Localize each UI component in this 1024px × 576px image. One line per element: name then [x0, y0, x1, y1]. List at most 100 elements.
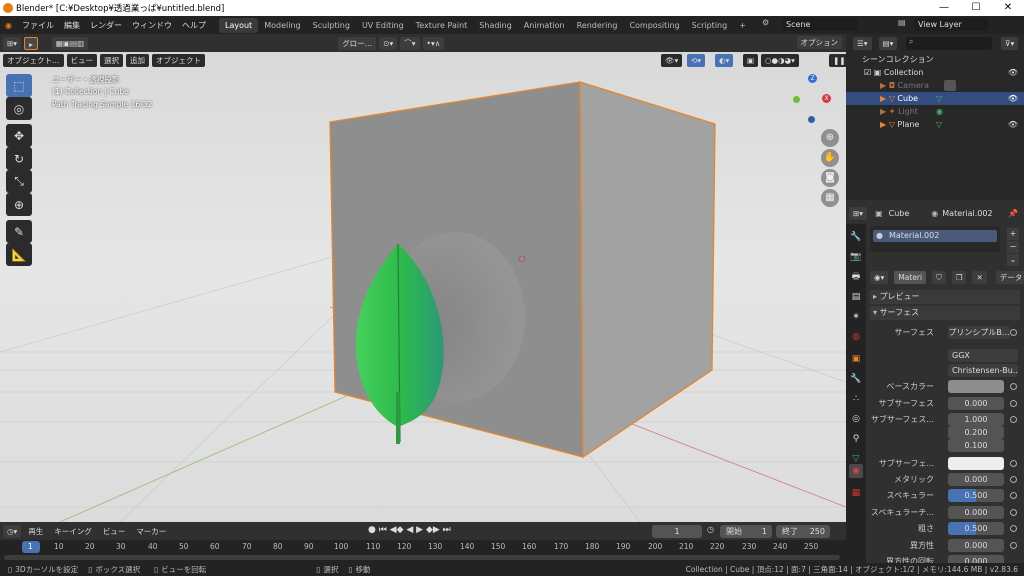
- annotate-tool[interactable]: ✎: [6, 220, 32, 243]
- outliner-search-input[interactable]: ⌕: [906, 37, 992, 50]
- base-color-swatch[interactable]: [948, 380, 1004, 393]
- specular-tint-field[interactable]: 0.000: [948, 506, 1004, 519]
- menu-select[interactable]: 選択: [100, 53, 123, 67]
- fake-user-icon[interactable]: ⛉: [932, 270, 946, 284]
- material-browse-icon[interactable]: ◉▾: [870, 270, 889, 284]
- menu-playback[interactable]: 再生: [24, 525, 47, 538]
- socket-icon[interactable]: [1010, 509, 1017, 516]
- menu-edit[interactable]: 編集: [59, 20, 85, 31]
- particles-tab-icon[interactable]: ∴: [849, 392, 863, 406]
- subsurface-field[interactable]: 0.000: [948, 397, 1004, 410]
- subsurface-method-dropdown[interactable]: Christensen-Bu...: [948, 364, 1018, 377]
- socket-icon[interactable]: [1010, 383, 1017, 390]
- eye-icon[interactable]: 👁: [1008, 118, 1018, 131]
- socket-icon[interactable]: [1010, 416, 1017, 423]
- minimize-button[interactable]: —: [928, 0, 960, 16]
- select-tool-icon[interactable]: ▸: [24, 36, 38, 50]
- tab-shading[interactable]: Shading: [473, 18, 518, 33]
- pivot-icon[interactable]: ⊙▾: [379, 36, 398, 50]
- menu-add[interactable]: 追加: [126, 53, 149, 67]
- zoom-icon[interactable]: ⊕: [821, 129, 839, 147]
- object-tab-icon[interactable]: ▣: [849, 352, 863, 366]
- socket-icon[interactable]: [1010, 400, 1017, 407]
- start-frame-field[interactable]: 開始 1: [720, 525, 772, 538]
- outliner-collection-row[interactable]: ☑ ▣ Collection 👁: [846, 66, 1024, 79]
- physics-tab-icon[interactable]: ◎: [849, 412, 863, 426]
- menu-marker[interactable]: マーカー: [132, 525, 170, 538]
- subsurface-radius-z-field[interactable]: 0.100: [948, 439, 1004, 452]
- outliner-item-plane[interactable]: ▶ ▽ Plane ▽ 👁: [846, 118, 1024, 131]
- metallic-field[interactable]: 0.000: [948, 473, 1004, 486]
- surface-panel-header[interactable]: ▾ サーフェス: [870, 306, 1020, 320]
- 3d-viewport[interactable]: ⬚ ◎ ✥ ↻ ⤡ ⊕ ✎ 📐 ユーザー・透視投影 (1) Collection…: [0, 52, 846, 522]
- tab-compositing[interactable]: Compositing: [623, 18, 685, 33]
- socket-icon[interactable]: [1010, 492, 1017, 499]
- texture-tab-icon[interactable]: ▦: [849, 486, 863, 500]
- current-frame-field[interactable]: 1: [652, 525, 702, 538]
- mode-dropdown[interactable]: オブジェクト…: [3, 53, 64, 67]
- render-tab-icon[interactable]: 📷: [849, 250, 863, 264]
- tab-scripting[interactable]: Scripting: [686, 18, 734, 33]
- world-tab-icon[interactable]: ◍: [849, 330, 863, 344]
- add-slot-button[interactable]: +: [1007, 228, 1019, 240]
- close-button[interactable]: ✕: [992, 0, 1024, 16]
- overlay-toggle-icon[interactable]: ◐▾: [715, 53, 734, 67]
- scene-tab-icon[interactable]: ✶: [849, 310, 863, 324]
- transform-tool[interactable]: ⊕: [6, 193, 32, 216]
- outliner-item-camera[interactable]: ▶ ◘ Camera: [846, 79, 1024, 92]
- menu-keying[interactable]: キーイング: [50, 525, 96, 538]
- socket-icon[interactable]: [1010, 460, 1017, 467]
- checkbox-icon[interactable]: ☑: [864, 68, 871, 77]
- move-tool[interactable]: ✥: [6, 124, 32, 147]
- cursor-tool[interactable]: ◎: [6, 97, 32, 120]
- surface-shader-field[interactable]: プリンシプルB...: [948, 326, 1010, 339]
- menu-window[interactable]: ウィンドウ: [127, 20, 177, 31]
- end-frame-field[interactable]: 終了 250: [776, 525, 830, 538]
- modifier-tab-icon[interactable]: 🔧: [849, 372, 863, 386]
- menu-file[interactable]: ファイル: [17, 20, 59, 31]
- duplicate-icon[interactable]: ❐: [951, 270, 967, 284]
- anisotropic-rotation-field[interactable]: 0.000: [948, 555, 1004, 563]
- outliner-item-light[interactable]: ▶ ✦ Light ◉: [846, 105, 1024, 118]
- subsurface-radius-y-field[interactable]: 0.200: [948, 426, 1004, 439]
- menu-view[interactable]: ビュー: [66, 53, 97, 67]
- tab-uv-editing[interactable]: UV Editing: [356, 18, 410, 33]
- tab-modeling[interactable]: Modeling: [258, 18, 306, 33]
- timeline-editor-icon[interactable]: ◷▾: [3, 524, 22, 538]
- link-data-dropdown[interactable]: データ: [995, 270, 1024, 284]
- filter-icon[interactable]: ⊽▾: [1001, 37, 1019, 50]
- camera-view-icon[interactable]: ◙: [821, 169, 839, 187]
- eye-icon[interactable]: 👁: [1008, 92, 1018, 105]
- specular-slider[interactable]: 0.500: [948, 489, 1004, 502]
- socket-icon[interactable]: [1010, 525, 1017, 532]
- socket-icon[interactable]: [1010, 329, 1017, 336]
- tab-layout[interactable]: Layout: [218, 17, 259, 33]
- outliner-display-mode-icon[interactable]: ▤▾: [878, 37, 898, 50]
- ortho-toggle-icon[interactable]: ▦: [821, 189, 839, 207]
- remove-slot-button[interactable]: −: [1007, 241, 1019, 253]
- subsurface-radius-x-field[interactable]: 1.000: [948, 413, 1004, 426]
- navigation-gizmo[interactable]: Z X: [792, 74, 832, 126]
- material-name-field[interactable]: Materi: [894, 270, 927, 284]
- xray-icon[interactable]: ▣: [743, 53, 759, 67]
- timeline-scrollbar[interactable]: [4, 555, 840, 560]
- menu-timeline-view[interactable]: ビュー: [99, 525, 130, 538]
- pan-hand-icon[interactable]: ✋: [821, 149, 839, 167]
- menu-help[interactable]: ヘルプ: [177, 20, 211, 31]
- properties-editor-icon[interactable]: ⊞▾: [849, 206, 868, 220]
- snap-icon[interactable]: ⌒▾: [400, 36, 420, 50]
- visibility-icon[interactable]: 👁▾: [661, 53, 683, 67]
- view-layer-tab-icon[interactable]: ▤: [849, 290, 863, 304]
- scale-tool[interactable]: ⤡: [6, 170, 32, 193]
- constraints-tab-icon[interactable]: ⚲: [849, 432, 863, 446]
- options-dropdown[interactable]: オプション: [796, 36, 842, 49]
- menu-object[interactable]: オブジェクト: [152, 53, 205, 67]
- tab-texture-paint[interactable]: Texture Paint: [410, 18, 474, 33]
- select-mode-buttons[interactable]: ▦▣▤▥: [51, 36, 89, 50]
- tab-sculpting[interactable]: Sculpting: [307, 18, 356, 33]
- shading-mode-buttons[interactable]: ○●◑◕▾: [761, 53, 799, 67]
- material-slot-list[interactable]: Material.002 ●: [870, 226, 1000, 252]
- scene-selector[interactable]: Scene: [782, 18, 858, 31]
- subsurface-color-swatch[interactable]: [948, 457, 1004, 470]
- maximize-button[interactable]: ☐: [960, 0, 992, 16]
